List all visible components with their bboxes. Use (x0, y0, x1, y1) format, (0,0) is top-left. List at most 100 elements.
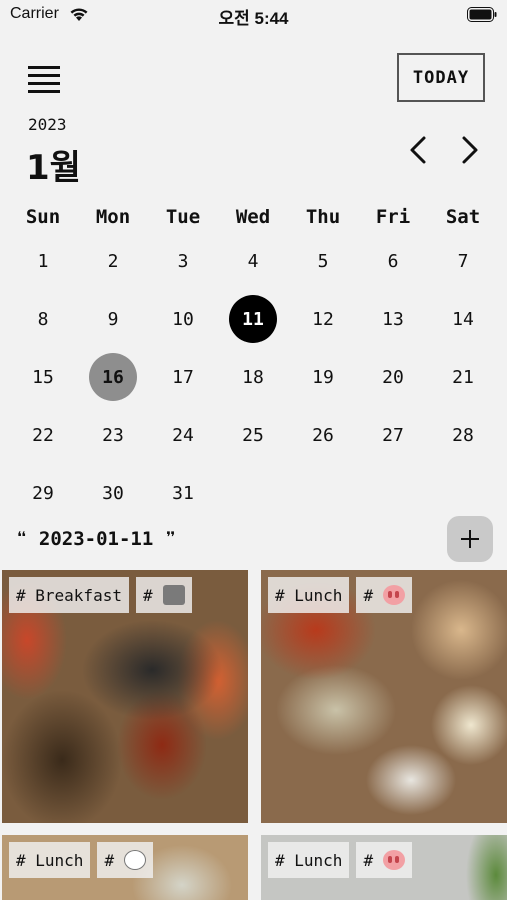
calendar-day[interactable]: 24 (148, 406, 218, 464)
mood-tag: # (97, 842, 154, 878)
mood-tag: # (356, 577, 413, 613)
calendar-day-number: 4 (247, 250, 259, 272)
calendar-day[interactable]: 15 (8, 348, 78, 406)
battery-icon (467, 7, 497, 22)
calendar-day[interactable]: 6 (358, 232, 428, 290)
month-title: 1월 (26, 148, 81, 188)
calendar-day-number: 22 (32, 424, 54, 446)
calendar-day[interactable]: 5 (288, 232, 358, 290)
weekday-label: Wed (235, 206, 271, 228)
ghost-face-icon (124, 850, 147, 870)
selected-date-text: 2023-01-11 (38, 528, 154, 550)
calendar-day[interactable]: 28 (428, 406, 498, 464)
calendar-day-number: 31 (172, 482, 194, 504)
calendar-day[interactable]: 19 (288, 348, 358, 406)
calendar-day-number: 14 (452, 308, 474, 330)
calendar-day[interactable]: 12 (288, 290, 358, 348)
calendar-day-number: 17 (172, 366, 194, 388)
calendar-day[interactable]: 4 (218, 232, 288, 290)
calendar-day[interactable]: 8 (8, 290, 78, 348)
calendar-day[interactable]: 9 (78, 290, 148, 348)
weekday-label: Sat (445, 206, 481, 228)
meal-tag: # Breakfast (9, 577, 129, 613)
status-time: 오전 5:44 (218, 9, 289, 28)
calendar-day[interactable]: 13 (358, 290, 428, 348)
calendar-day[interactable]: 27 (358, 406, 428, 464)
weekday-label: Sun (25, 206, 61, 228)
calendar-day-number: 18 (242, 366, 264, 388)
calendar-day-number: 1 (37, 250, 49, 272)
pig-face-icon (383, 585, 406, 605)
previous-month-chevron-icon[interactable] (404, 134, 432, 166)
gray-square-icon (162, 585, 185, 605)
calendar-day[interactable]: 20 (358, 348, 428, 406)
calendar-day-number: 11 (229, 295, 277, 343)
status-bar: Carrier 오전 5:44 (0, 0, 507, 30)
meal-tag: # Lunch (268, 577, 350, 613)
calendar-day-number: 13 (382, 308, 404, 330)
calendar-day[interactable]: 23 (78, 406, 148, 464)
meal-photo-card[interactable]: # Lunch # (261, 570, 507, 823)
today-button[interactable]: TODAY (397, 53, 485, 102)
calendar-day[interactable]: 22 (8, 406, 78, 464)
calendar-day-number: 27 (382, 424, 404, 446)
meal-photo-card[interactable]: # Lunch # (2, 835, 248, 900)
calendar-day-number: 25 (242, 424, 264, 446)
calendar-day[interactable]: 7 (428, 232, 498, 290)
meal-photo-card[interactable]: # Lunch # (261, 835, 507, 900)
plus-icon (461, 530, 479, 548)
weekday-label: Tue (165, 206, 201, 228)
calendar-day[interactable]: 14 (428, 290, 498, 348)
weekday-label: Mon (95, 206, 131, 228)
calendar-day-number: 19 (312, 366, 334, 388)
calendar-day[interactable]: 29 (8, 464, 78, 522)
calendar-day[interactable]: 3 (148, 232, 218, 290)
calendar-day-number: 20 (382, 366, 404, 388)
mood-tag: # (356, 842, 413, 878)
calendar-grid: 1 2 3 4 5 6 7 8 9 10 11 12 13 14 15 16 17 18 19 20 21 22 23 24 2… (8, 232, 498, 522)
meal-photo-card[interactable]: # Breakfast # (2, 570, 248, 823)
calendar-day-number: 5 (317, 250, 329, 272)
calendar-day[interactable]: 26 (288, 406, 358, 464)
next-month-chevron-icon[interactable] (456, 134, 484, 166)
meal-tag: # Lunch (9, 842, 91, 878)
calendar-day-number: 9 (107, 308, 119, 330)
calendar-day-number: 30 (102, 482, 124, 504)
calendar-day-number: 23 (102, 424, 124, 446)
calendar-day[interactable]: 18 (218, 348, 288, 406)
calendar-day-number: 21 (452, 366, 474, 388)
selected-date-heading: ❝ 2023-01-11 ❞ (16, 528, 176, 550)
weekday-header: Sun Mon Tue Wed Thu Fri Sat (8, 206, 498, 228)
calendar-day-selected[interactable]: 11 (218, 290, 288, 348)
calendar-day-number: 7 (457, 250, 469, 272)
calendar-day-number: 3 (177, 250, 189, 272)
calendar-day-number: 28 (452, 424, 474, 446)
calendar-day[interactable]: 2 (78, 232, 148, 290)
meal-tag: # Lunch (268, 842, 350, 878)
calendar-day-number: 26 (312, 424, 334, 446)
calendar-day-number: 12 (312, 308, 334, 330)
calendar-day-number: 24 (172, 424, 194, 446)
calendar-day[interactable]: 10 (148, 290, 218, 348)
calendar-day-number: 8 (37, 308, 49, 330)
calendar-day-number: 29 (32, 482, 54, 504)
hamburger-menu-icon[interactable] (28, 66, 60, 93)
calendar-day[interactable]: 25 (218, 406, 288, 464)
quote-close-icon: ❞ (164, 528, 177, 550)
weekday-label: Thu (305, 206, 341, 228)
calendar-day-number: 10 (172, 308, 194, 330)
calendar-day-number: 2 (107, 250, 119, 272)
calendar-day[interactable]: 21 (428, 348, 498, 406)
calendar-day-number: 16 (89, 353, 137, 401)
calendar-day-today[interactable]: 16 (78, 348, 148, 406)
year-label: 2023 (28, 115, 67, 134)
mood-tag: # (135, 577, 192, 613)
calendar-day[interactable]: 30 (78, 464, 148, 522)
quote-open-icon: ❝ (16, 528, 28, 550)
calendar-day[interactable]: 17 (148, 348, 218, 406)
weekday-label: Fri (375, 206, 411, 228)
calendar-day-number: 6 (387, 250, 399, 272)
calendar-day[interactable]: 31 (148, 464, 218, 522)
add-meal-button[interactable] (447, 516, 493, 562)
calendar-day[interactable]: 1 (8, 232, 78, 290)
